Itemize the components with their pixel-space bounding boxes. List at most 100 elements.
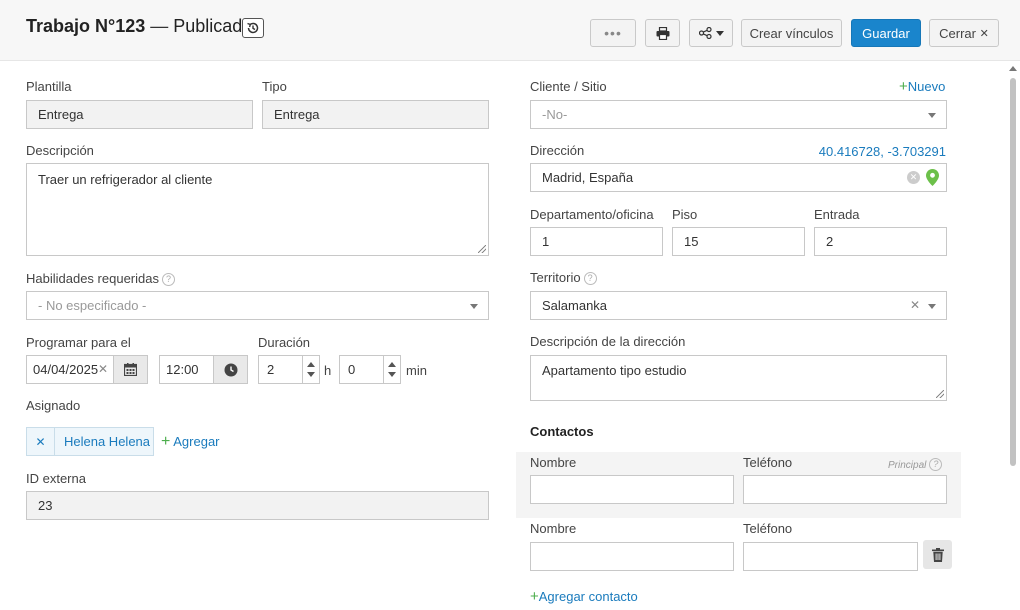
clear-address-icon[interactable]: ✕ [907, 171, 920, 184]
save-button[interactable]: Guardar [851, 19, 921, 47]
descripcion-label: Descripción [26, 143, 94, 158]
chevron-down-icon [928, 304, 936, 309]
spin-up-icon[interactable] [307, 362, 315, 367]
help-icon[interactable]: ? [583, 272, 597, 285]
calendar-button[interactable] [113, 355, 148, 384]
new-client-label: Nuevo [907, 79, 946, 94]
date-input[interactable]: 04/04/2025 ✕ [26, 355, 115, 384]
scrollbar-thumb[interactable] [1010, 78, 1016, 466]
share-icon [698, 27, 712, 39]
more-button[interactable]: ••• [590, 19, 636, 47]
time-input[interactable]: 12:00 [159, 355, 215, 384]
share-dropdown-button[interactable] [689, 19, 733, 47]
territorio-label: Territorio? [530, 270, 597, 285]
minutes-value: 0 [348, 362, 356, 377]
minutes-stepper[interactable]: 0 [339, 355, 401, 384]
history-button[interactable] [242, 18, 264, 38]
add-assignee-link[interactable]: + Agregar [161, 433, 220, 451]
calendar-icon [124, 363, 137, 376]
print-icon [656, 26, 669, 40]
minutes-spin-buttons[interactable] [383, 356, 400, 383]
job-status: Publicado [173, 16, 253, 36]
plus-icon: + [899, 78, 908, 95]
add-assignee-label: Agregar [173, 434, 220, 449]
hours-spin-buttons[interactable] [302, 356, 319, 383]
piso-input[interactable]: 15 [672, 227, 805, 256]
add-contact-link[interactable]: +Agregar contacto [530, 588, 638, 605]
territorio-select[interactable]: Salamanka ✕ [530, 291, 947, 320]
descripcion-textarea[interactable]: Traer un refrigerador al cliente [26, 163, 489, 256]
help-icon[interactable]: ? [929, 458, 943, 471]
direccion-label: Dirección [530, 143, 585, 158]
desc-direccion-textarea[interactable]: Apartamento tipo estudio [530, 355, 947, 401]
spin-up-icon[interactable] [388, 362, 396, 367]
plus-icon: + [161, 433, 171, 450]
date-value: 04/04/2025 [33, 362, 99, 377]
scroll-up-icon[interactable] [1009, 66, 1017, 71]
habilidades-label: Habilidades requeridas? [26, 271, 175, 286]
help-icon[interactable]: ? [161, 273, 175, 286]
contact-phone-label: Teléfono [743, 521, 793, 536]
contacts-heading: Contactos [530, 424, 594, 439]
hours-unit: h [324, 363, 332, 378]
coordinates-link[interactable]: 40.416728, -3.703291 [819, 144, 946, 159]
spin-down-icon[interactable] [388, 372, 396, 377]
id-externa-field[interactable]: 23 [26, 491, 489, 520]
trash-icon [931, 547, 944, 562]
territorio-label-text: Territorio [530, 270, 581, 285]
direccion-value: Madrid, España [542, 170, 634, 185]
entrada-input[interactable]: 2 [814, 227, 947, 256]
add-contact-label: Agregar contacto [538, 589, 638, 604]
contact-name-label: Nombre [530, 521, 577, 536]
plantilla-label: Plantilla [26, 79, 72, 94]
chevron-down-icon [470, 304, 478, 309]
cliente-select[interactable]: -No- [530, 100, 947, 129]
habilidades-placeholder: - No especificado - [38, 298, 147, 313]
contact-phone-input[interactable] [743, 475, 947, 504]
history-icon [247, 22, 259, 34]
principal-text: Principal [888, 460, 927, 471]
scrollbar[interactable] [1008, 66, 1018, 610]
close-icon: ✕ [979, 27, 989, 40]
habilidades-select[interactable]: - No especificado - [26, 291, 489, 320]
print-button[interactable] [645, 19, 680, 47]
cliente-value: -No- [542, 107, 568, 122]
clear-date-icon[interactable]: ✕ [98, 362, 108, 376]
new-client-link[interactable]: +Nuevo [899, 78, 945, 95]
title-separator: — [145, 16, 174, 36]
resize-grip-icon[interactable] [478, 245, 486, 253]
entrada-label: Entrada [814, 207, 860, 222]
spin-down-icon[interactable] [307, 372, 315, 377]
remove-assignee-icon[interactable]: ✕ [27, 428, 55, 455]
direccion-input[interactable]: Madrid, España ✕ [530, 163, 947, 192]
plantilla-field[interactable]: Entrega [26, 100, 253, 129]
map-pin-icon[interactable] [926, 169, 939, 186]
assignee-tag: ✕ Helena Helena [26, 427, 154, 456]
contact-name-input[interactable] [530, 542, 734, 571]
chevron-down-icon [715, 30, 724, 36]
duracion-label: Duración [258, 335, 311, 350]
id-externa-label: ID externa [26, 471, 86, 486]
page-header: Trabajo N°123 — Publicado ••• Crear vínc… [0, 0, 1020, 61]
time-button[interactable] [213, 355, 248, 384]
clock-icon [224, 363, 237, 376]
piso-label: Piso [672, 207, 698, 222]
contact-phone-label: Teléfono [743, 455, 793, 470]
tipo-label: Tipo [262, 79, 287, 94]
desc-direccion-text: Apartamento tipo estudio [542, 363, 687, 378]
page-title: Trabajo N°123 — Publicado [26, 16, 252, 37]
descripcion-text: Traer un refrigerador al cliente [38, 172, 213, 187]
contact-phone-input[interactable] [743, 542, 918, 571]
resize-grip-icon[interactable] [936, 390, 944, 398]
clear-territory-icon[interactable]: ✕ [910, 298, 920, 312]
tipo-field[interactable]: Entrega [262, 100, 489, 129]
delete-contact-button[interactable] [923, 540, 952, 569]
plus-icon: + [530, 588, 539, 605]
hours-value: 2 [267, 362, 275, 377]
create-links-button[interactable]: Crear vínculos [741, 19, 842, 47]
contact-name-input[interactable] [530, 475, 734, 504]
departamento-label: Departamento/oficina [530, 207, 654, 222]
departamento-input[interactable]: 1 [530, 227, 663, 256]
hours-stepper[interactable]: 2 [258, 355, 320, 384]
close-button[interactable]: Cerrar ✕ [929, 19, 999, 47]
